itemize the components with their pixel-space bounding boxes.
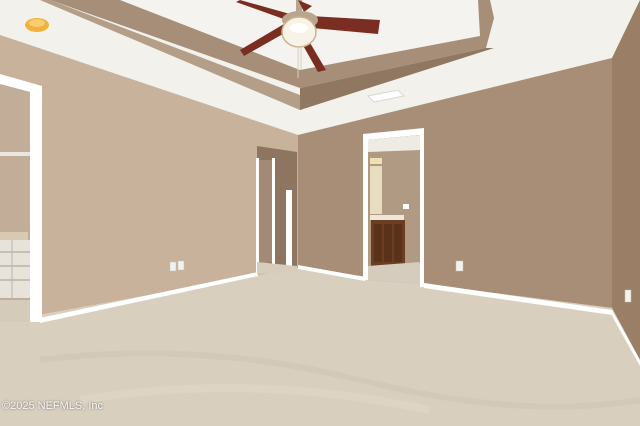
outlet-icon [624, 289, 632, 303]
closet-rod [0, 152, 30, 156]
room-illustration [0, 0, 640, 426]
outlet-icon [169, 261, 177, 272]
bathroom-mirror [370, 166, 382, 214]
vanity-light-icon [370, 158, 382, 164]
outlet-icon [455, 260, 464, 272]
closet-shelving [0, 240, 30, 298]
room-photo: ©2025 NEFMLS, Inc [0, 0, 640, 426]
right-wall [612, 0, 640, 360]
watermark-text: ©2025 NEFMLS, Inc [2, 400, 104, 412]
outlet-icon [177, 260, 185, 271]
hallway-door-trim [256, 158, 259, 274]
